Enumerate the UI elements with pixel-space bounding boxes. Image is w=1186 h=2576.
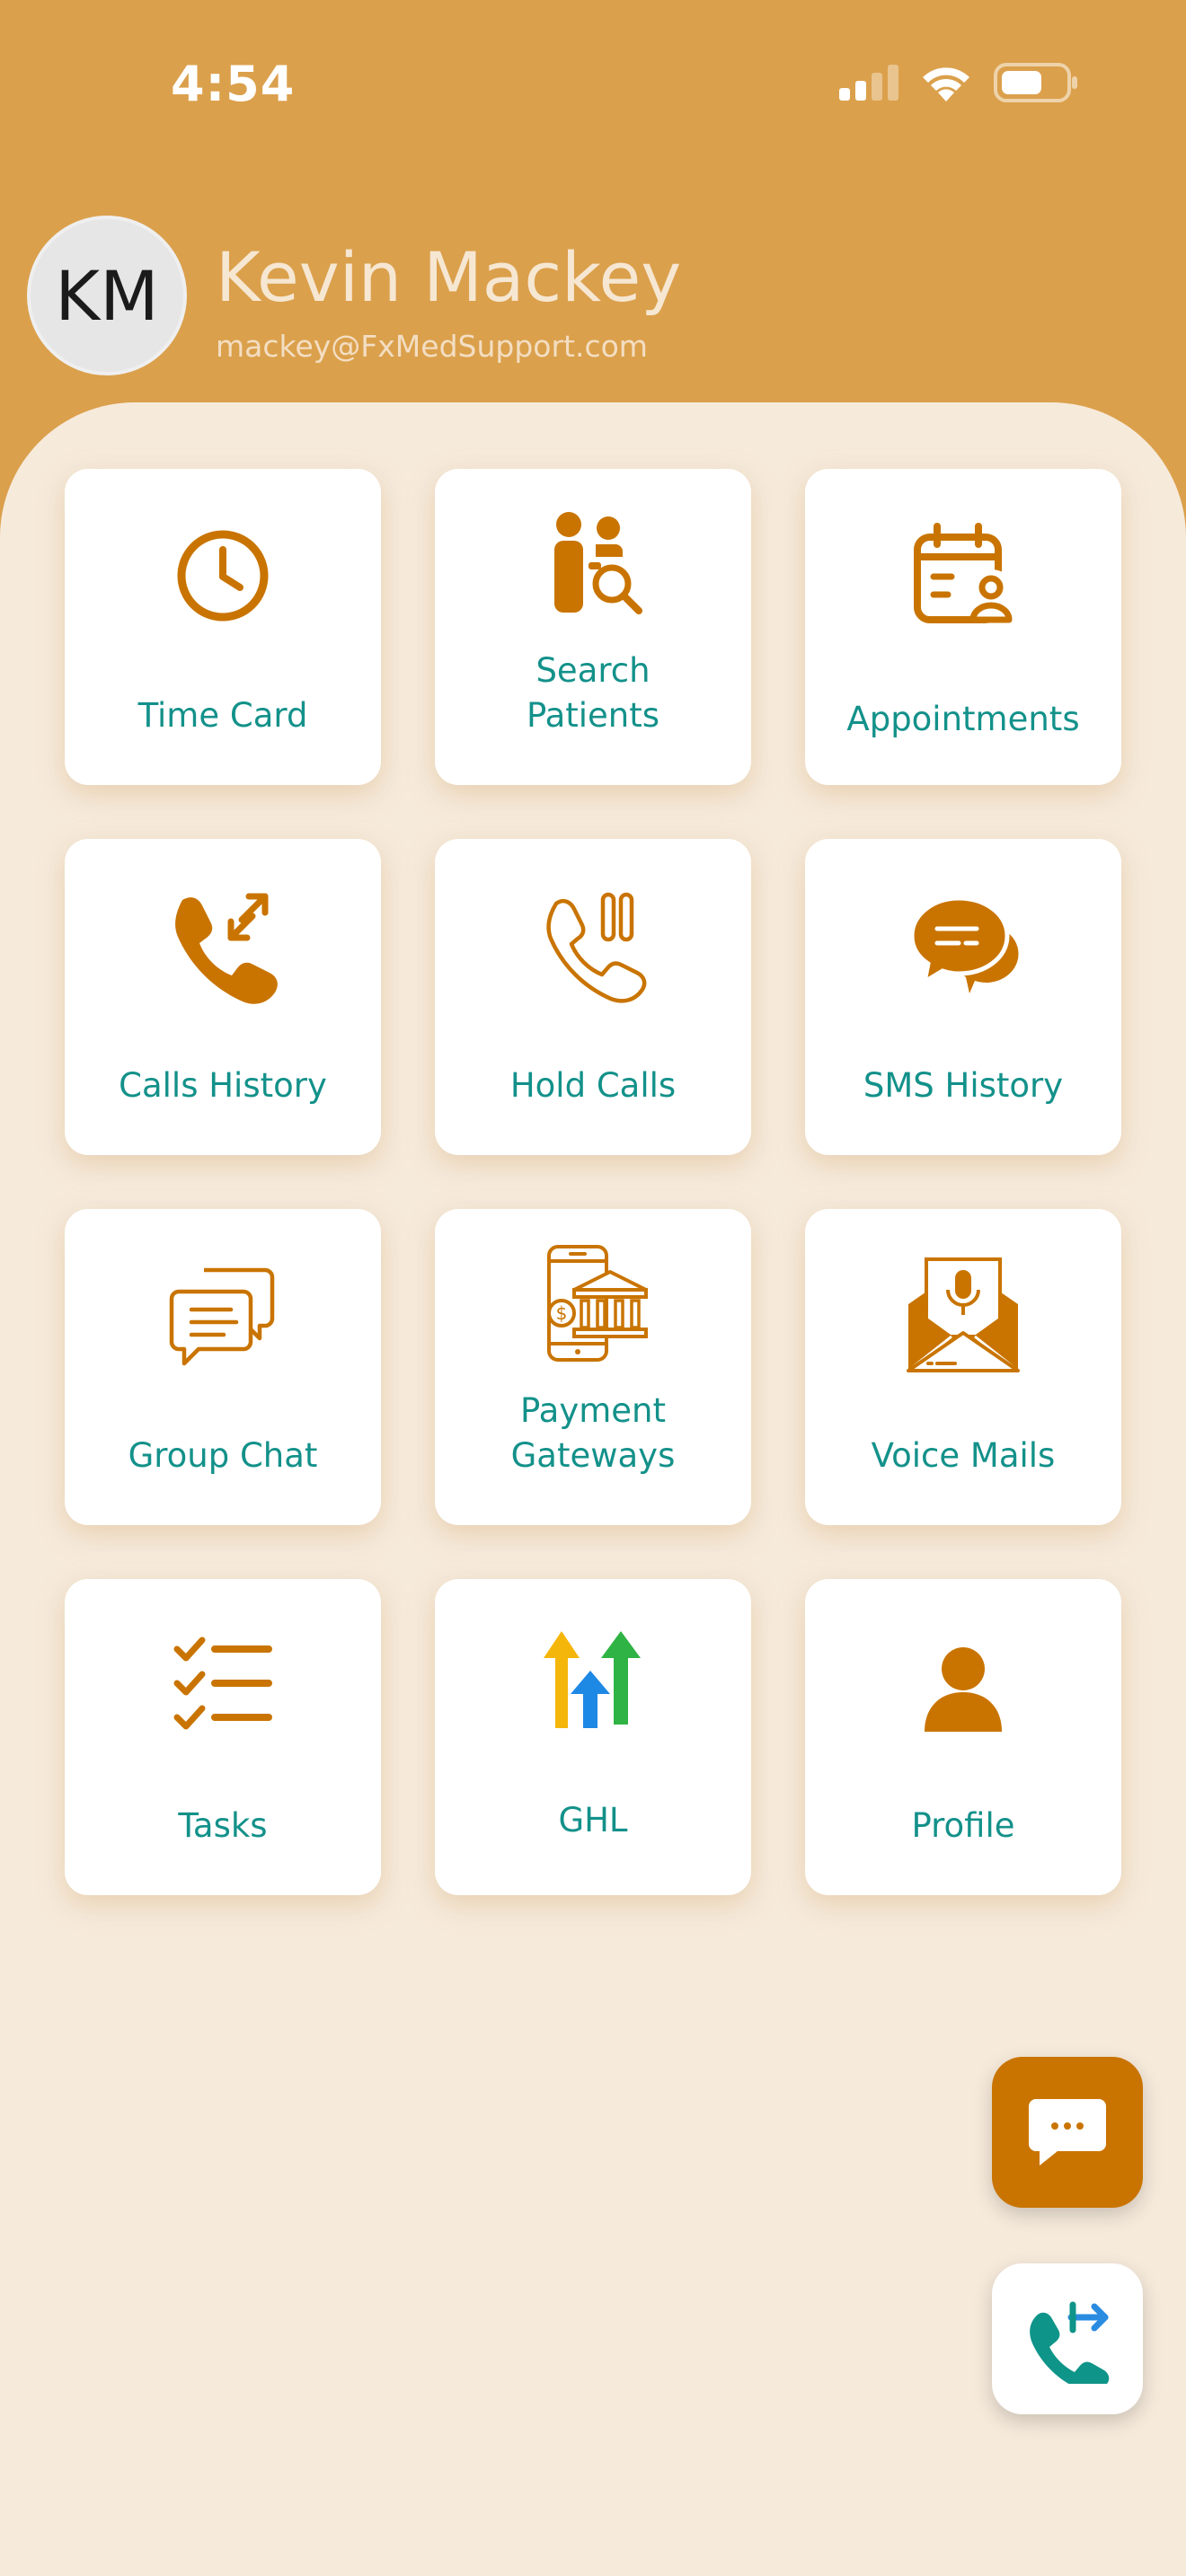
tile-search-patients[interactable]: Search Patients <box>435 469 751 785</box>
tile-group-chat[interactable]: Group Chat <box>65 1209 381 1525</box>
phone-transfer-icon <box>175 893 278 1004</box>
search-patients-icon <box>554 512 642 614</box>
ghl-arrows-icon <box>544 1631 641 1728</box>
tile-label: Search Patients <box>526 651 660 735</box>
svg-text:$: $ <box>556 1302 568 1324</box>
status-bar: 4:54 <box>0 0 1186 171</box>
tile-label: Profile <box>911 1806 1015 1845</box>
tile-label: Appointments <box>846 700 1080 738</box>
group-chat-icon <box>169 1267 275 1366</box>
user-name: Kevin Mackey <box>216 237 682 317</box>
voicemail-envelope-icon <box>907 1257 1020 1372</box>
tile-profile[interactable]: Profile <box>805 1579 1121 1895</box>
tile-appointments[interactable]: Appointments <box>805 469 1121 785</box>
tile-label: Time Card <box>137 696 308 735</box>
signal-icon <box>839 65 898 101</box>
tile-label: Hold Calls <box>509 1066 677 1105</box>
avatar[interactable]: KM <box>27 216 187 375</box>
wifi-icon <box>923 67 969 101</box>
tile-calls-history[interactable]: Calls History <box>65 839 381 1155</box>
dashboard-grid: Time Card Search Patients Appointments C… <box>0 402 1186 2576</box>
calendar-user-icon <box>914 523 1018 623</box>
tile-label: GHL <box>558 1801 628 1839</box>
tile-voice-mails[interactable]: Voice Mails <box>805 1209 1121 1525</box>
tile-time-card[interactable]: Time Card <box>65 469 381 785</box>
chat-dots-icon <box>1029 2099 1106 2166</box>
call-transfer-fab-button[interactable] <box>992 2263 1143 2414</box>
tile-tasks[interactable]: Tasks <box>65 1579 381 1895</box>
profile-header: KM Kevin Mackey mackey@FxMedSupport.com <box>0 207 1186 404</box>
tile-hold-calls[interactable]: Hold Calls <box>435 839 751 1155</box>
tile-sms-history[interactable]: SMS History <box>805 839 1121 1155</box>
tile-payment-gateways[interactable]: $ Payment Gateways <box>435 1209 751 1525</box>
tile-label: Group Chat <box>128 1436 318 1475</box>
tile-label: Payment Gateways <box>510 1391 676 1475</box>
tile-label: Calls History <box>119 1066 327 1105</box>
status-time: 4:54 <box>171 56 296 112</box>
clock-icon <box>177 530 269 622</box>
chat-fab-button[interactable] <box>992 2057 1143 2208</box>
tile-label: Voice Mails <box>871 1436 1056 1475</box>
payment-bank-icon: $ <box>547 1245 648 1362</box>
person-icon <box>925 1647 1002 1732</box>
checklist-icon <box>173 1636 272 1730</box>
user-email: mackey@FxMedSupport.com <box>216 329 648 364</box>
phone-pause-icon <box>546 892 647 1003</box>
status-icons <box>839 63 1078 102</box>
tile-ghl[interactable]: GHL <box>435 1579 751 1895</box>
call-transfer-icon <box>1030 2301 1110 2384</box>
battery-icon <box>994 63 1077 102</box>
tile-label: SMS History <box>863 1066 1064 1105</box>
tile-label: Tasks <box>178 1806 268 1845</box>
chat-bubbles-icon <box>909 895 1019 993</box>
